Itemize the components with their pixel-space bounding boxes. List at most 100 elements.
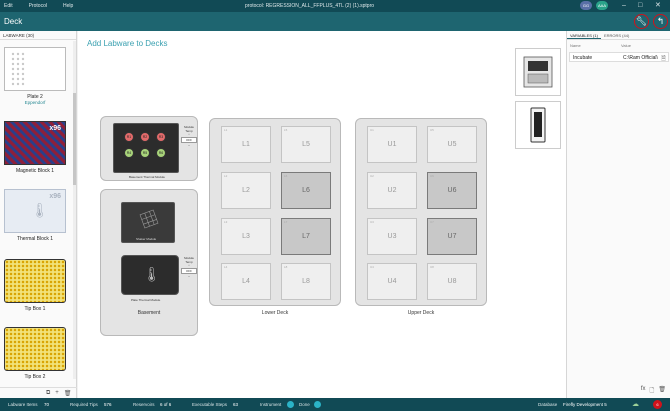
window-title: protocol: REGRESSION_ALL_FFPLUS_4TL (2) …	[245, 3, 375, 9]
minimize-icon[interactable]: –	[622, 1, 626, 10]
plate-temp-control[interactable]: Module Temp ⌃ OFF ⌄	[181, 256, 197, 278]
plate-thermal-module[interactable]: 🌡︎	[121, 255, 179, 295]
menu-protocol[interactable]: Protocol	[29, 3, 47, 9]
variable-value[interactable]: C:\Ram Official\	[623, 55, 658, 61]
basement-thermal-module[interactable]: R1 R2 R3 R4 R5 R6	[113, 123, 179, 173]
tab-errors[interactable]: ERRORS (44)	[601, 31, 632, 39]
labware-name: Tip Box 1	[24, 306, 46, 312]
instrument-front-icon	[523, 56, 553, 88]
deck-slot-u2[interactable]: U2 U2	[367, 172, 417, 209]
labware-item-plate-2[interactable]: Plate 2 Eppendorf	[4, 47, 66, 105]
tab-variables[interactable]: VARIABLES (1)	[567, 31, 601, 39]
slot-tag: L4	[224, 265, 228, 269]
module-name: Basement Thermal Module	[129, 175, 165, 179]
upper-deck[interactable]: U1 U1 U5 U5 U2 U2 U6 U6 U3 U3 U7 U7 U4 U4 U8 U8	[355, 118, 487, 306]
deck-slot-l8[interactable]: L8 L8	[281, 263, 331, 300]
reservoir-well[interactable]: R2	[140, 132, 150, 142]
reservoir-well[interactable]: R6	[156, 148, 166, 158]
labware-panel: LABWARE (30) Plate 2 Eppendorf x96 Magne…	[0, 31, 77, 398]
column-header-name: Name	[570, 43, 581, 48]
deck-slot-u8[interactable]: U8 U8	[427, 263, 477, 300]
module-name: Plate Thermal Module	[131, 298, 161, 302]
deck-slot-l2[interactable]: L2 L2	[221, 172, 271, 209]
deck-slot-l3[interactable]: L3 L3	[221, 218, 271, 255]
delete-icon[interactable]: 🗑︎	[64, 390, 72, 397]
deck-slot-l4[interactable]: L4 L4	[221, 263, 271, 300]
settings-tool-button[interactable]: 🔧︎	[634, 14, 649, 29]
column-header-value: Value	[621, 43, 631, 48]
close-icon[interactable]: ✕	[655, 1, 661, 10]
slot-label: U5	[447, 141, 457, 148]
instrument-side-view[interactable]	[515, 101, 561, 149]
basement-label: Basement	[137, 310, 161, 316]
deck-slot-l7[interactable]: L7 L7	[281, 218, 331, 255]
slot-label: L8	[302, 278, 310, 285]
slot-tag: L3	[224, 220, 228, 224]
labware-heading: LABWARE (30)	[0, 31, 76, 40]
back-button[interactable]: ↰	[653, 14, 668, 29]
slot-label: L4	[242, 278, 250, 285]
scrollbar-thumb[interactable]	[73, 93, 76, 185]
file-icon[interactable]: 🗎︎	[661, 54, 666, 64]
reservoir-well[interactable]: R4	[124, 148, 134, 158]
slot-tag: U6	[430, 174, 434, 178]
module-temp-control[interactable]: Module Temp ⌃ OFF ⌄	[181, 125, 197, 147]
deck-slot-u3[interactable]: U3 U3	[367, 218, 417, 255]
deck-slot-u4[interactable]: U4 U4	[367, 263, 417, 300]
variable-row[interactable]: Incubate C:\Ram Official\ 🗎︎	[569, 52, 669, 62]
error-count-badge[interactable]: 6	[653, 400, 662, 409]
upper-deck-label: Upper Deck	[407, 310, 435, 316]
shaker-module[interactable]: Shaker Module	[121, 202, 175, 243]
deck-slot-u6[interactable]: U6 U6	[427, 172, 477, 209]
reservoir-well[interactable]: R3	[156, 132, 166, 142]
chevron-down-icon[interactable]: ⌄	[181, 274, 197, 278]
menu-help[interactable]: Help	[63, 3, 73, 9]
deck-slot-l1[interactable]: L1 L1	[221, 126, 271, 163]
done-status-indicator	[314, 401, 321, 408]
labware-item-thermal-block-1[interactable]: x96 🌡︎ Thermal Block 1	[4, 189, 66, 242]
module-temp-label: Module Temp	[184, 125, 194, 133]
add-labware-title: Add Labware to Decks	[87, 39, 168, 48]
variables-toolbar: fx 🗋︎ 🗑︎	[641, 386, 666, 396]
deck-slot-u5[interactable]: U5 U5	[427, 126, 477, 163]
scrollbar-track[interactable]	[73, 41, 76, 379]
database-label: Database	[538, 402, 558, 407]
instrument-front-view[interactable]	[515, 48, 561, 96]
labware-item-magnetic-block-1[interactable]: x96 Magnetic Block 1	[4, 121, 66, 174]
duplicate-icon[interactable]: ⧉	[46, 390, 50, 397]
slot-tag: L7	[284, 220, 288, 224]
variable-name: Incubate	[573, 55, 593, 61]
menu-edit[interactable]: Edit	[4, 3, 13, 9]
variable-expression-icon[interactable]: fx	[641, 386, 646, 396]
slot-tag: L6	[284, 174, 288, 178]
menu-bar: Edit Protocol Help protocol: REGRESSION_…	[0, 0, 670, 12]
lower-deck-label: Lower Deck	[261, 310, 289, 316]
slot-label: L2	[242, 187, 250, 194]
labware-item-tip-box-1[interactable]: Tip Box 1	[4, 259, 66, 312]
add-icon[interactable]: +	[55, 390, 59, 396]
reservoir-well[interactable]: R1	[124, 132, 134, 142]
avatar[interactable]: GG	[580, 1, 592, 10]
avatar-secondary[interactable]: AAA	[596, 1, 608, 10]
thermal-block-thumbnail: x96 🌡︎	[4, 189, 66, 233]
reservoir-well[interactable]: R5	[140, 148, 150, 158]
deck-slot-u7[interactable]: U7 U7	[427, 218, 477, 255]
slot-tag: U1	[370, 128, 374, 132]
slot-tag: U2	[370, 174, 374, 178]
cloud-sync-icon[interactable]: ☁	[632, 400, 639, 408]
plate-thumbnail	[4, 47, 66, 91]
labware-item-tip-box-2[interactable]: Tip Box 2	[4, 327, 66, 380]
multiplier-badge: x96	[49, 193, 61, 200]
deck-slot-u1[interactable]: U1 U1	[367, 126, 417, 163]
slot-label: U3	[387, 233, 397, 240]
basement-tray-top[interactable]: R1 R2 R3 R4 R5 R6 Module Temp ⌃ OFF ⌄ Ba…	[100, 116, 198, 181]
deck-slot-l5[interactable]: L5 L5	[281, 126, 331, 163]
chevron-down-icon[interactable]: ⌄	[181, 143, 197, 147]
maximize-icon[interactable]: □	[638, 1, 642, 10]
lower-deck[interactable]: L1 L1 L5 L5 L2 L2 L6 L6 L3 L3 L7 L7 L4 L4 L8 L8	[209, 118, 341, 306]
new-file-icon[interactable]: 🗋︎	[650, 386, 655, 396]
labware-subtitle: Eppendorf	[24, 100, 46, 105]
labware-items-count: 70	[44, 402, 50, 407]
delete-icon[interactable]: 🗑︎	[658, 386, 666, 396]
deck-slot-l6[interactable]: L6 L6	[281, 172, 331, 209]
